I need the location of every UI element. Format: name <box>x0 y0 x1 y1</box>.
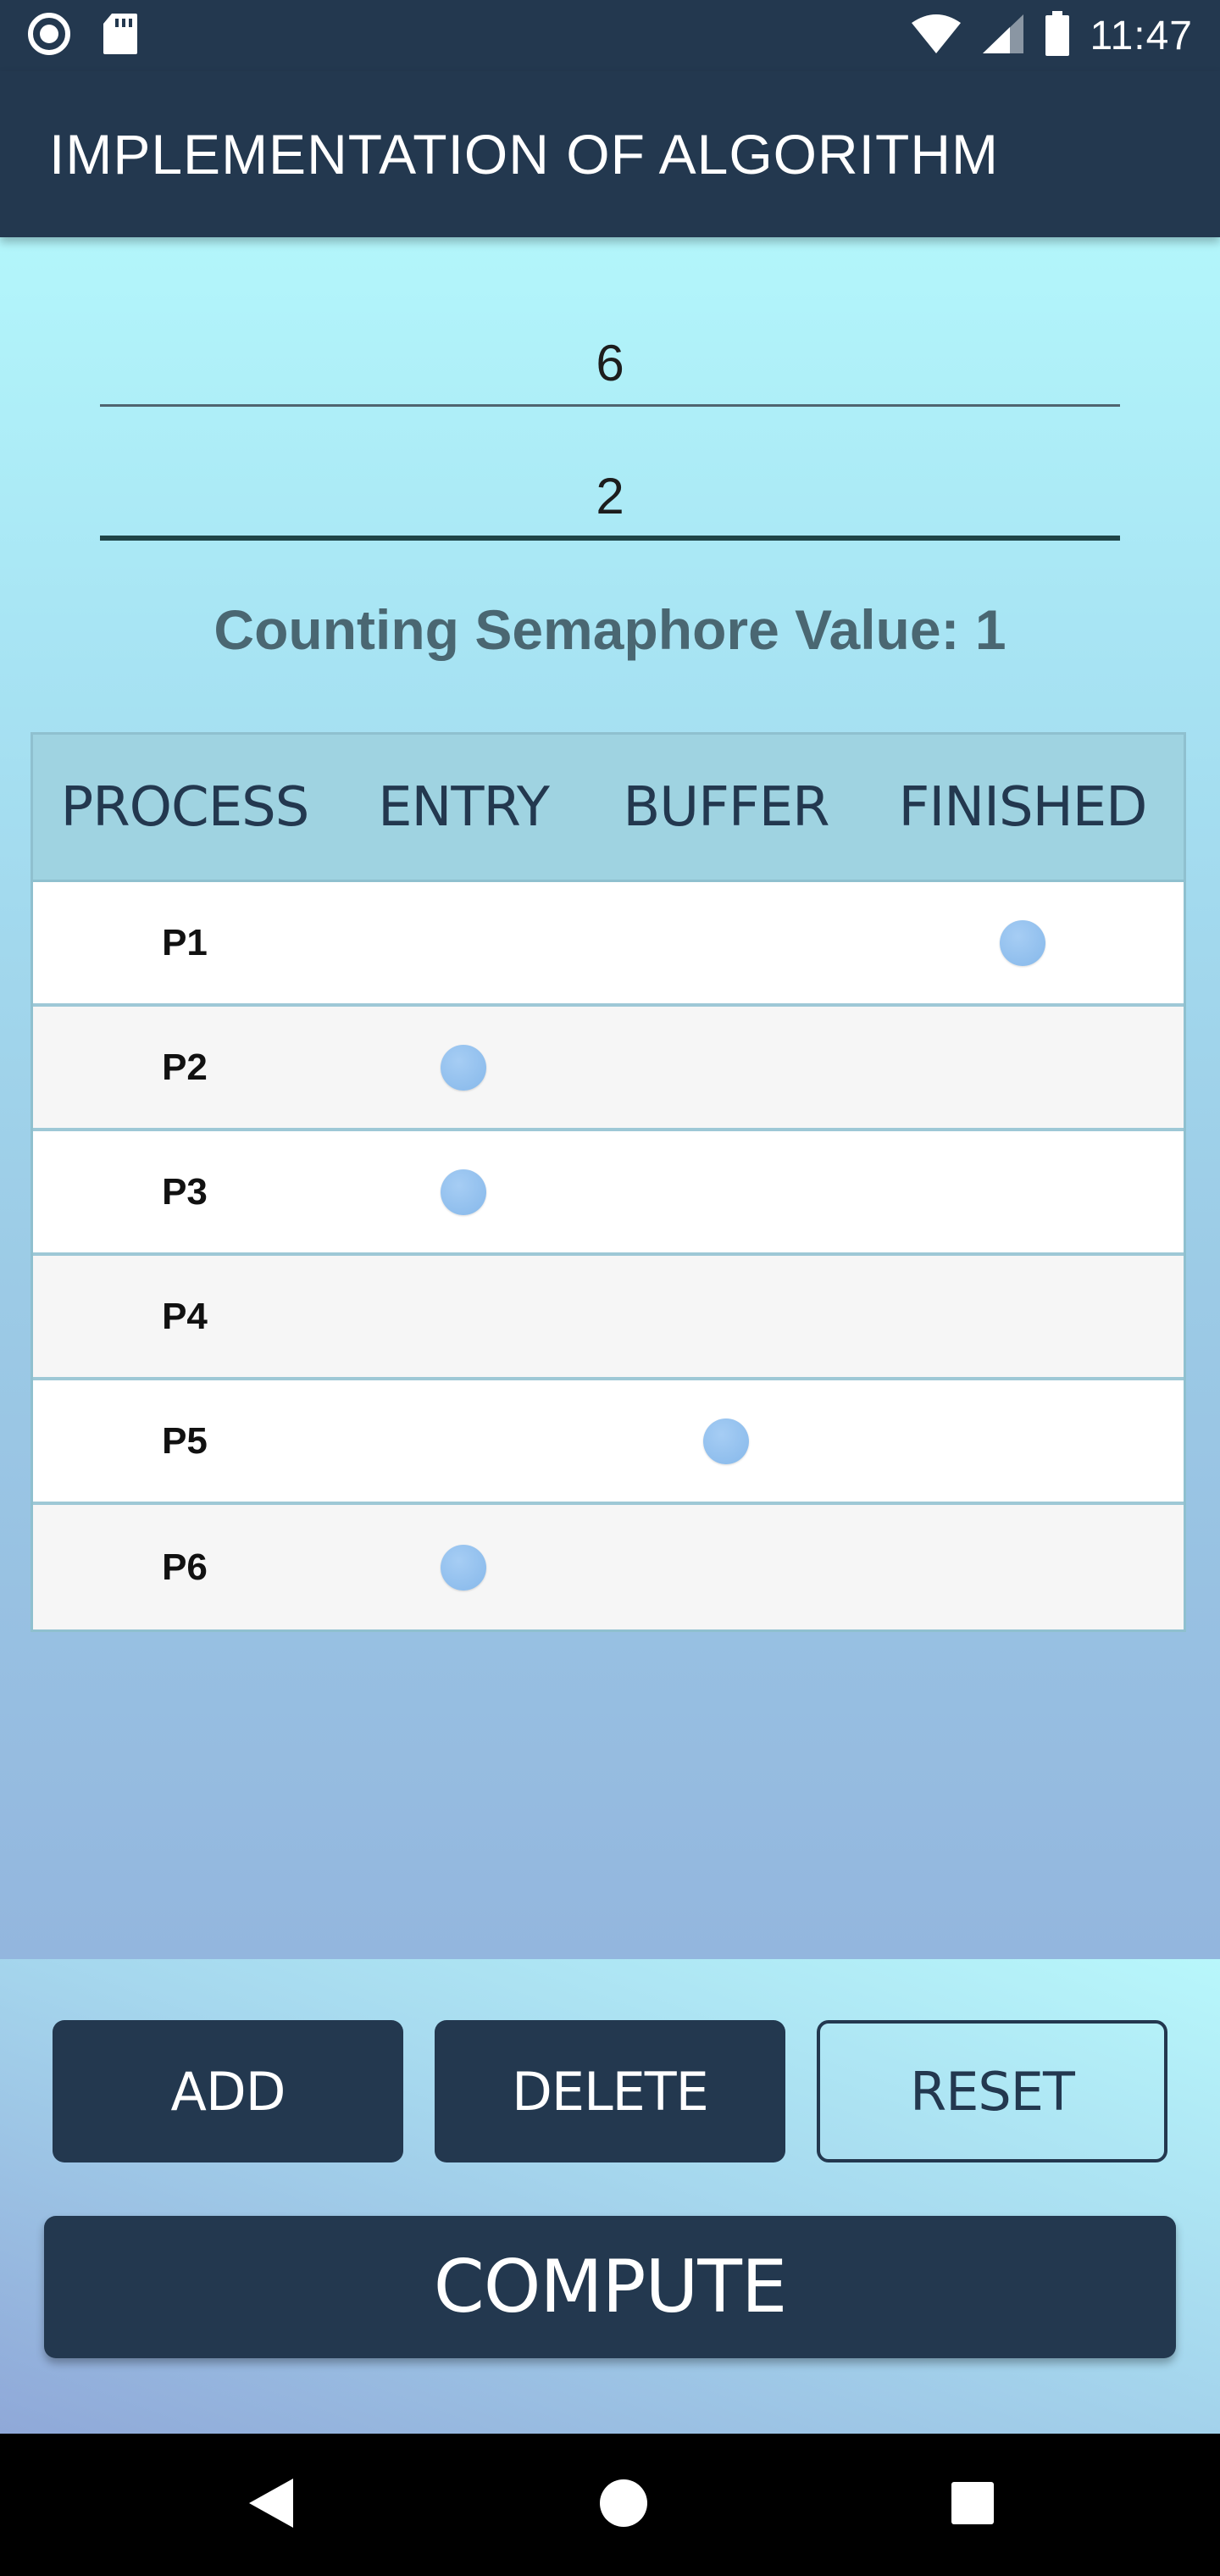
table-row: P5 <box>33 1380 1184 1505</box>
header-finished: FINISHED <box>898 775 1148 839</box>
process-cell: P4 <box>33 1256 336 1377</box>
state-indicator-dot <box>441 1044 486 1091</box>
record-icon <box>27 12 71 60</box>
back-icon[interactable] <box>244 2475 297 2535</box>
reset-button[interactable]: RESET <box>817 2020 1167 2162</box>
navigation-bar <box>0 2434 1220 2576</box>
table-body: P1 P2 P3 P4 P5 P6 <box>33 882 1184 1629</box>
signal-icon <box>981 13 1025 59</box>
state-indicator-dot <box>441 1169 486 1215</box>
finished-cell <box>862 1505 1184 1629</box>
finished-cell <box>862 1256 1184 1377</box>
battery-icon <box>1044 10 1071 61</box>
entry-cell <box>336 1505 591 1629</box>
buffer-cell <box>591 882 862 1003</box>
process-count-input[interactable]: 6 <box>100 322 1120 407</box>
process-cell: P2 <box>33 1007 336 1128</box>
process-label: P3 <box>162 1170 208 1213</box>
buffer-cell <box>591 1007 862 1128</box>
main-content: 6 2 Counting Semaphore Value: 1 PROCESS … <box>0 237 1220 1959</box>
process-label: P5 <box>162 1419 208 1462</box>
home-icon[interactable] <box>598 2478 649 2533</box>
header-process: PROCESS <box>60 775 310 839</box>
table-row: P2 <box>33 1007 1184 1131</box>
semaphore-input[interactable]: 2 <box>100 456 1120 541</box>
process-label: P2 <box>162 1046 208 1088</box>
sd-card-icon <box>102 12 139 60</box>
process-cell: P1 <box>33 882 336 1003</box>
process-label: P6 <box>162 1546 208 1588</box>
entry-cell <box>336 1380 591 1502</box>
entry-cell <box>336 882 591 1003</box>
buffer-cell <box>591 1131 862 1252</box>
finished-cell <box>862 882 1184 1003</box>
table-row: P4 <box>33 1256 1184 1380</box>
process-cell: P5 <box>33 1380 336 1502</box>
entry-cell <box>336 1256 591 1377</box>
header-entry: ENTRY <box>378 775 550 839</box>
header-buffer: BUFFER <box>623 775 829 839</box>
add-button[interactable]: ADD <box>53 2020 403 2162</box>
table-row: P6 <box>33 1505 1184 1629</box>
buffer-cell <box>591 1256 862 1377</box>
status-time: 11:47 <box>1090 13 1193 58</box>
table-row: P1 <box>33 882 1184 1007</box>
buffer-cell <box>591 1505 862 1629</box>
wifi-icon <box>910 13 962 59</box>
finished-cell <box>862 1380 1184 1502</box>
app-bar: IMPLEMENTATION OF ALGORITHM <box>0 71 1220 237</box>
buffer-cell <box>591 1380 862 1502</box>
finished-cell <box>862 1007 1184 1128</box>
compute-button[interactable]: COMPUTE <box>44 2216 1176 2358</box>
page-title: IMPLEMENTATION OF ALGORITHM <box>49 123 999 186</box>
status-bar: 11:47 <box>0 0 1220 71</box>
table-header: PROCESS ENTRY BUFFER FINISHED <box>33 735 1184 882</box>
table-row: P3 <box>33 1131 1184 1256</box>
action-panel: ADD DELETE RESET COMPUTE <box>0 1959 1220 2434</box>
process-label: P4 <box>162 1295 208 1337</box>
process-label: P1 <box>162 921 208 963</box>
process-cell: P6 <box>33 1505 336 1629</box>
state-indicator-dot <box>1000 919 1045 966</box>
recents-icon[interactable] <box>951 2481 995 2529</box>
entry-cell <box>336 1007 591 1128</box>
state-indicator-dot <box>703 1418 749 1464</box>
process-table: PROCESS ENTRY BUFFER FINISHED P1 P2 P3 P4 P5… <box>30 732 1186 1632</box>
finished-cell <box>862 1131 1184 1252</box>
process-cell: P3 <box>33 1131 336 1252</box>
semaphore-value-label: Counting Semaphore Value: 1 <box>214 598 1006 661</box>
state-indicator-dot <box>441 1544 486 1591</box>
delete-button[interactable]: DELETE <box>435 2020 785 2162</box>
entry-cell <box>336 1131 591 1252</box>
